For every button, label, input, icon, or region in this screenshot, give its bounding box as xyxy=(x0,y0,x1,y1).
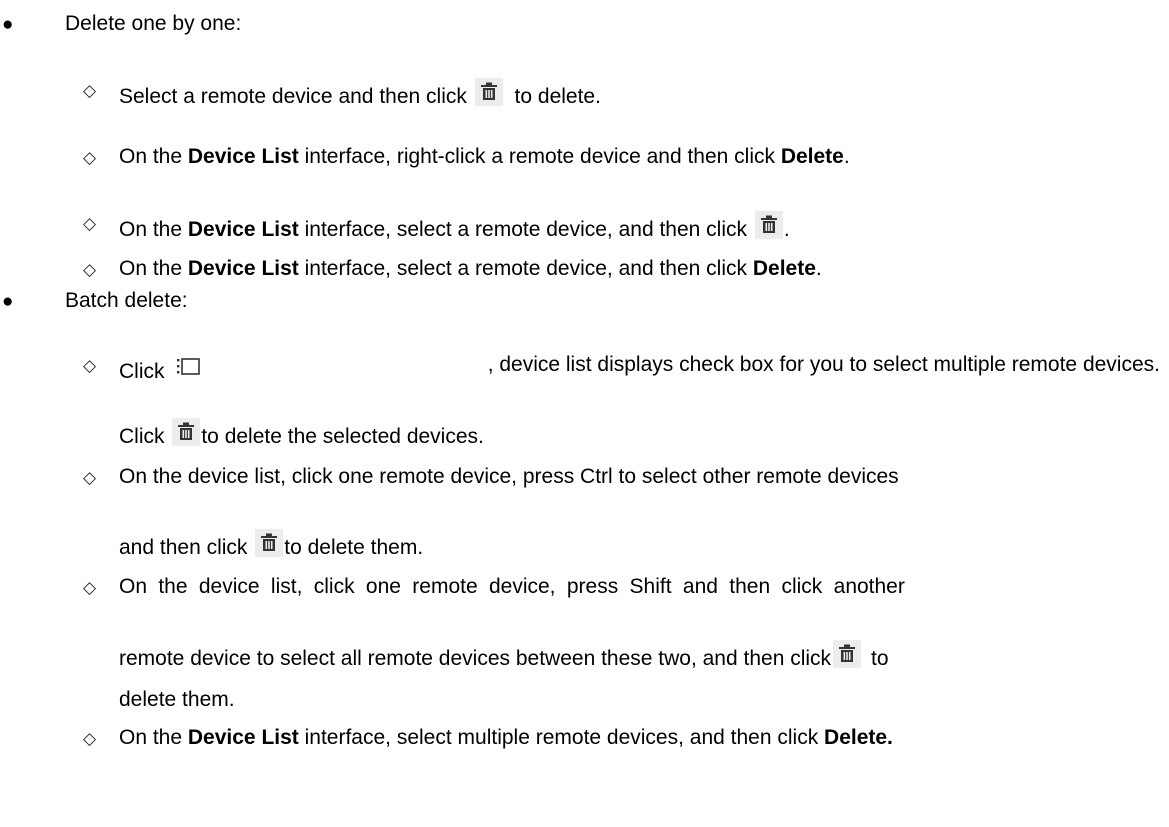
list-item-continuation: Click to delete the selected devices. xyxy=(119,418,484,449)
list-item: On the device list, click one remote dev… xyxy=(119,575,905,598)
section-heading-delete-one: Delete one by one: xyxy=(65,12,242,35)
list-item: On the Device List interface, select a r… xyxy=(119,211,790,242)
list-item: Select a remote device and then click to… xyxy=(119,78,601,109)
checklist-icon xyxy=(172,353,201,381)
trash-icon xyxy=(474,78,503,106)
diamond-bullet: ◇ xyxy=(83,260,97,279)
diamond-bullet: ◇ xyxy=(83,81,97,100)
diamond-bullet: ◇ xyxy=(83,356,97,375)
list-item-continuation: remote device to select all remote devic… xyxy=(119,640,1160,671)
bullet: ● xyxy=(2,14,14,35)
trash-icon xyxy=(833,640,862,668)
list-item-continuation: delete them. xyxy=(119,688,235,711)
list-item: Click , device list displays check box f… xyxy=(119,353,1160,383)
section-heading-batch-delete: Batch delete: xyxy=(65,289,188,312)
diamond-bullet: ◇ xyxy=(83,468,97,487)
diamond-bullet: ◇ xyxy=(83,214,97,233)
diamond-bullet: ◇ xyxy=(83,729,97,748)
diamond-bullet: ◇ xyxy=(83,578,97,597)
list-item: On the device list, click one remote dev… xyxy=(119,465,899,488)
list-item: On the Device List interface, right-clic… xyxy=(119,145,850,168)
trash-icon xyxy=(255,529,284,557)
trash-icon xyxy=(172,418,201,446)
list-item-continuation: and then click to delete them. xyxy=(119,529,423,560)
list-item: On the Device List interface, select mul… xyxy=(119,726,893,749)
diamond-bullet: ◇ xyxy=(83,148,97,167)
list-item: On the Device List interface, select a r… xyxy=(119,257,822,280)
trash-icon xyxy=(754,211,783,239)
bullet: ● xyxy=(2,291,14,312)
